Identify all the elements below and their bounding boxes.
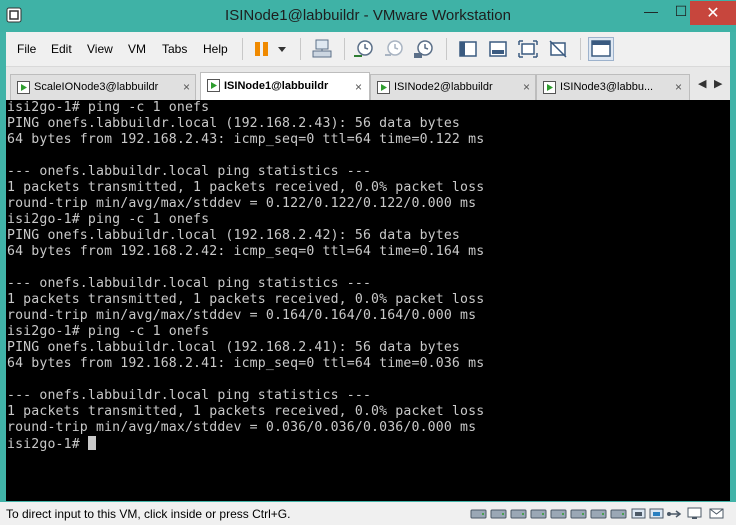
full-screen-icon xyxy=(518,40,538,58)
power-dropdown-button[interactable] xyxy=(276,37,288,61)
display-icon[interactable] xyxy=(686,507,703,520)
toolbar-separator xyxy=(242,38,243,60)
menu-file[interactable]: File xyxy=(17,42,36,56)
hard-disk-icon[interactable] xyxy=(550,507,567,520)
tab-isinode2[interactable]: ISINode2@labbuildr × xyxy=(370,74,536,100)
full-screen-button[interactable] xyxy=(516,37,540,61)
send-ctrl-alt-del-button[interactable] xyxy=(310,37,334,61)
status-hint: To direct input to this VM, click inside… xyxy=(6,507,291,521)
console-line: 64 bytes from 192.168.2.41: icmp_seq=0 t… xyxy=(7,356,485,371)
toolbar-separator xyxy=(344,38,345,60)
snapshot-manager-icon xyxy=(414,40,433,58)
vmware-window: ISINode1@labbuildr - VMware Workstation … xyxy=(0,0,736,525)
console-prompt-line: isi2go-1# xyxy=(7,436,96,452)
vm-powered-on-icon xyxy=(207,79,220,92)
tab-close-icon[interactable]: × xyxy=(355,80,362,94)
menu-edit[interactable]: Edit xyxy=(51,42,72,56)
pause-button[interactable] xyxy=(252,37,272,61)
vm-powered-on-icon xyxy=(377,81,390,94)
console-line: round-trip min/avg/max/stddev = 0.122/0.… xyxy=(7,196,477,211)
vm-tab-bar: ScaleIONode3@labbuildr × ISINode1@labbui… xyxy=(6,67,730,100)
hard-disk-icon[interactable] xyxy=(610,507,627,520)
tab-label: ISINode3@labbu... xyxy=(560,81,654,93)
show-library-button[interactable] xyxy=(456,37,480,61)
hard-disk-icon[interactable] xyxy=(490,507,507,520)
console-line: --- onefs.labbuildr.local ping statistic… xyxy=(7,388,372,403)
dropdown-arrow-icon xyxy=(278,47,286,52)
tab-close-icon[interactable]: × xyxy=(675,80,682,94)
revert-snapshot-icon xyxy=(385,40,403,56)
console-line: round-trip min/avg/max/stddev = 0.164/0.… xyxy=(7,308,477,323)
console-prompt: isi2go-1# xyxy=(7,437,88,452)
hard-disk-icon[interactable] xyxy=(510,507,527,520)
quick-switch-icon xyxy=(489,41,507,57)
console-line: 64 bytes from 192.168.2.42: icmp_seq=0 t… xyxy=(7,244,485,259)
console-line: PING onefs.labbuildr.local (192.168.2.42… xyxy=(7,228,461,243)
status-bar: To direct input to this VM, click inside… xyxy=(0,502,736,525)
console-view-button[interactable] xyxy=(588,37,614,61)
quick-switch-button[interactable] xyxy=(486,37,510,61)
tab-label: ISINode1@labbuildr xyxy=(224,80,329,92)
tab-label: ISINode2@labbuildr xyxy=(394,81,493,93)
menu-help[interactable]: Help xyxy=(203,42,228,56)
menu-vm[interactable]: VM xyxy=(128,42,146,56)
text-cursor xyxy=(87,436,96,450)
tab-scaleionode3[interactable]: ScaleIONode3@labbuildr × xyxy=(10,74,196,100)
vm-powered-on-icon xyxy=(543,81,556,94)
tab-close-icon[interactable]: × xyxy=(523,80,530,94)
close-icon: ✕ xyxy=(706,5,720,22)
minimize-button[interactable]: — xyxy=(636,1,666,23)
vm-powered-on-icon xyxy=(17,81,30,94)
tab-isinode1[interactable]: ISINode1@labbuildr × xyxy=(200,72,370,100)
toolbar-separator xyxy=(580,38,581,60)
menu-tabs[interactable]: Tabs xyxy=(162,42,187,56)
window-title: ISINode1@labbuildr - VMware Workstation xyxy=(225,7,511,24)
network-adapter-icon[interactable] xyxy=(648,507,665,520)
console-line: 1 packets transmitted, 1 packets receive… xyxy=(7,404,485,419)
toolbar-separator xyxy=(300,38,301,60)
take-snapshot-button[interactable] xyxy=(352,37,376,61)
menu-view[interactable]: View xyxy=(87,42,113,56)
hard-disk-icon[interactable] xyxy=(570,507,587,520)
console-line: 1 packets transmitted, 1 packets receive… xyxy=(7,292,485,307)
usb-icon[interactable] xyxy=(666,507,683,520)
console-line: isi2go-1# ping -c 1 onefs xyxy=(7,212,210,227)
minimize-icon: — xyxy=(644,3,658,19)
send-ctrl-alt-del-icon xyxy=(312,39,332,58)
snapshot-manager-button[interactable] xyxy=(412,37,436,61)
network-adapter-icon[interactable] xyxy=(630,507,647,520)
tab-scroll-right-icon[interactable]: ▶ xyxy=(714,77,722,90)
console-line: 1 packets transmitted, 1 packets receive… xyxy=(7,180,485,195)
console-line: isi2go-1# ping -c 1 onefs xyxy=(7,100,210,115)
hard-disk-icon[interactable] xyxy=(530,507,547,520)
console-line: 64 bytes from 192.168.2.43: icmp_seq=0 t… xyxy=(7,132,485,147)
snapshot-icon xyxy=(354,40,373,57)
unity-button[interactable] xyxy=(546,37,570,61)
unity-icon xyxy=(549,40,567,58)
console-line: --- onefs.labbuildr.local ping statistic… xyxy=(7,276,372,291)
vm-console[interactable]: isi2go-1# ping -c 1 onefs PING onefs.lab… xyxy=(6,100,730,501)
console-line: isi2go-1# ping -c 1 onefs xyxy=(7,324,210,339)
tab-isinode3[interactable]: ISINode3@labbu... × xyxy=(536,74,690,100)
toolbar-separator xyxy=(446,38,447,60)
console-view-icon xyxy=(591,40,611,57)
console-line: --- onefs.labbuildr.local ping statistic… xyxy=(7,164,372,179)
revert-snapshot-button[interactable] xyxy=(382,37,406,61)
tab-label: ScaleIONode3@labbuildr xyxy=(34,81,159,93)
show-library-icon xyxy=(459,41,477,57)
pause-icon xyxy=(255,42,268,56)
hard-disk-icon[interactable] xyxy=(590,507,607,520)
console-line: PING onefs.labbuildr.local (192.168.2.43… xyxy=(7,116,461,131)
tab-scroll-left-icon[interactable]: ◀ xyxy=(698,77,706,90)
console-line: PING onefs.labbuildr.local (192.168.2.41… xyxy=(7,340,461,355)
title-bar[interactable]: ISINode1@labbuildr - VMware Workstation … xyxy=(0,0,736,32)
console-line: round-trip min/avg/max/stddev = 0.036/0.… xyxy=(7,420,477,435)
message-icon[interactable] xyxy=(708,507,725,520)
menu-bar: File Edit View VM Tabs Help xyxy=(6,32,730,67)
tab-close-icon[interactable]: × xyxy=(183,80,190,94)
close-button[interactable]: ✕ xyxy=(690,1,736,25)
hard-disk-icon[interactable] xyxy=(470,507,487,520)
